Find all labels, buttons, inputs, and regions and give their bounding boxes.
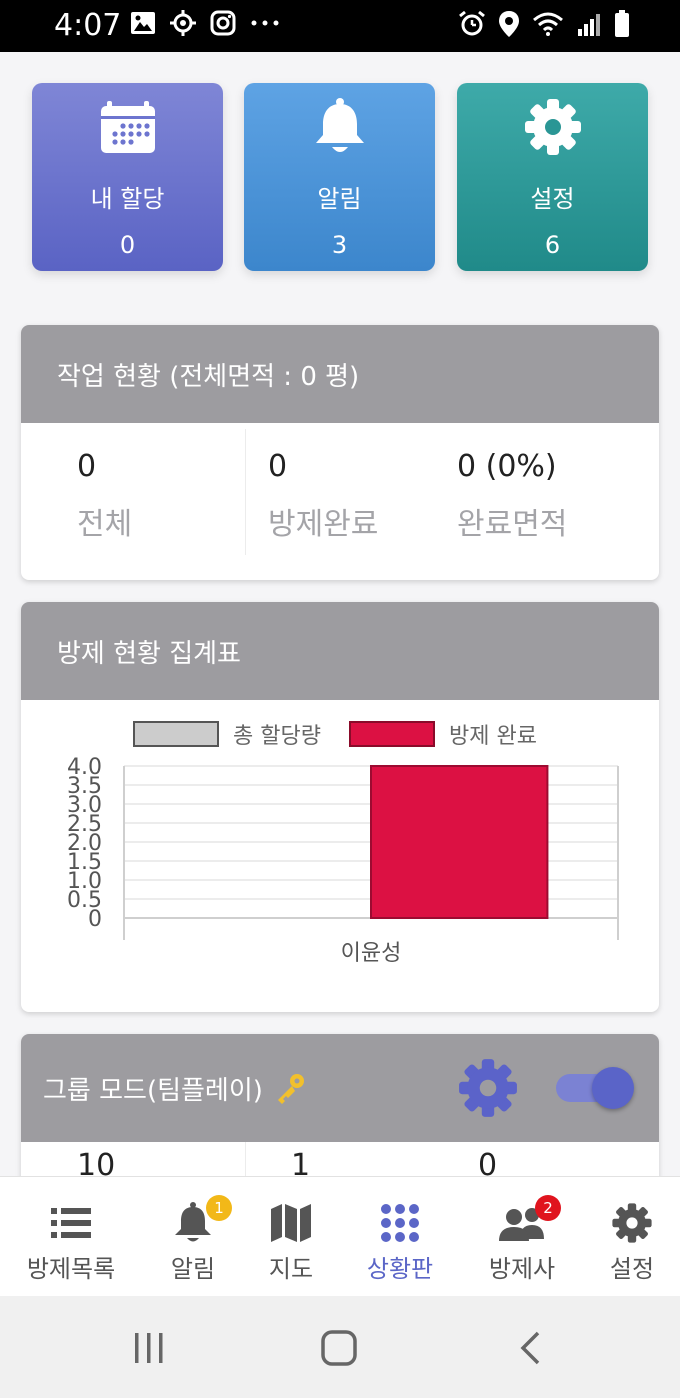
- bell-icon: [315, 98, 364, 152]
- calendar-icon: [100, 101, 155, 153]
- summary-chart: 총 할당량 방제 완료 0 0.5 1.0 1.5 2.0 2.5 3.0 3.5 4.0 이윤성: [21, 700, 659, 1012]
- stat-label: 전체: [77, 507, 133, 542]
- stat-label: 완료면적: [457, 507, 568, 542]
- group-stat-value: 1: [291, 1148, 311, 1176]
- work-status-card: 작업 현황 (전체면적 : 0 평) 0 전체 0 방제완료 0 (0%) 완료…: [21, 325, 659, 580]
- stat-total: 0 전체: [77, 423, 267, 553]
- bottom-tab-bar: 방제목록 1 알림 지도 상황판 2 방제사 설정: [0, 1176, 680, 1296]
- bar-completed: [370, 765, 549, 919]
- image-icon: [131, 12, 155, 34]
- location-target-icon: [170, 10, 196, 36]
- summary-chart-card: 방제 현황 집계표 총 할당량 방제 완료 0 0.5 1.0 1.5 2.0 2.5 3.…: [21, 602, 659, 1012]
- tab-map[interactable]: 지도: [236, 1177, 346, 1297]
- stat-completed: 0 방제완료: [268, 423, 458, 553]
- key-icon: [277, 1074, 304, 1104]
- group-mode-title: 그룹 모드(팀플레이): [43, 1075, 263, 1106]
- stat-completed-area: 0 (0%) 완료면적: [457, 423, 657, 553]
- map-icon: [271, 1204, 311, 1242]
- signal-icon: [578, 14, 600, 36]
- recent-apps-button[interactable]: [119, 1326, 179, 1370]
- status-right-icons: [458, 10, 630, 38]
- instagram-icon: [210, 10, 236, 36]
- group-mode-card: 그룹 모드(팀플레이) 10 1 0: [21, 1034, 659, 1176]
- status-time: 4:07: [54, 8, 122, 43]
- group-stat-value: 0: [478, 1148, 498, 1176]
- stat-label: 방제완료: [268, 507, 379, 542]
- notification-tile[interactable]: 알림 3: [244, 83, 435, 271]
- system-nav-bar: [0, 1296, 680, 1398]
- tile-count: 6: [544, 231, 561, 259]
- tile-label: 내 할당: [90, 185, 165, 213]
- legend-item-total[interactable]: 총 할당량: [133, 718, 321, 750]
- stat-divider: [245, 429, 246, 555]
- group-stat-value: 10: [77, 1148, 116, 1176]
- group-mode-header: 그룹 모드(팀플레이): [21, 1034, 659, 1142]
- gear-icon: [524, 99, 581, 155]
- legend-item-completed[interactable]: 방제 완료: [349, 718, 537, 750]
- toggle-knob: [592, 1067, 634, 1109]
- notification-badge: 1: [206, 1195, 232, 1221]
- stat-value: 0: [77, 449, 97, 484]
- tab-label: 방제목록: [26, 1255, 116, 1283]
- status-bar: 4:07: [0, 0, 680, 52]
- back-button[interactable]: [500, 1326, 560, 1370]
- tile-count: 0: [119, 231, 136, 259]
- my-assignment-tile[interactable]: 내 할당 0: [32, 83, 223, 271]
- tile-count: 3: [331, 231, 348, 259]
- group-stats-row: 10 1 0: [21, 1142, 659, 1176]
- battery-icon: [615, 10, 629, 37]
- location-pin-icon: [499, 11, 519, 37]
- legend-swatch: [133, 721, 219, 747]
- back-icon: [520, 1331, 540, 1365]
- more-dots-icon: [251, 20, 279, 26]
- legend-swatch: [349, 721, 435, 747]
- legend-label: 총 할당량: [233, 724, 321, 749]
- grid-dots-icon: [381, 1204, 419, 1242]
- tab-status-board[interactable]: 상황판: [345, 1177, 455, 1297]
- summary-title: 방제 현황 집계표: [21, 602, 659, 700]
- tab-settings[interactable]: 설정: [577, 1177, 680, 1297]
- wifi-icon: [533, 12, 563, 36]
- y-tick-label: 4.0: [67, 755, 102, 780]
- alarm-icon: [459, 10, 485, 36]
- bar-chart: 00.51.01.52.02.53.03.54.0이윤성: [67, 755, 619, 966]
- tab-label: 상황판: [366, 1255, 434, 1283]
- dashboard-content: 내 할당 0 알림 3 설정 6 작업 현황 (전체면적: 0 평) 0 전체…: [0, 52, 680, 1176]
- group-mode-title-wrap: 그룹 모드(팀플레이): [43, 1070, 307, 1107]
- tile-label: 설정: [530, 185, 575, 213]
- work-status-title: 작업 현황 (전체면적 : 0 평): [21, 325, 659, 423]
- stat-value: 0: [268, 449, 288, 484]
- status-left-icons: [130, 10, 280, 36]
- summary-tiles: 내 할당 0 알림 3 설정 6: [32, 83, 648, 271]
- tab-pest-control-list[interactable]: 방제목록: [16, 1177, 126, 1297]
- list-icon: [51, 1208, 91, 1238]
- stat-value: 0 (0%): [457, 449, 557, 484]
- tab-label: 설정: [609, 1255, 655, 1283]
- group-mode-toggle[interactable]: [556, 1064, 634, 1110]
- home-icon: [321, 1330, 357, 1366]
- legend-label: 방제 완료: [449, 724, 537, 749]
- stat-divider: [245, 1142, 246, 1176]
- work-stats-row: 0 전체 0 방제완료 0 (0%) 완료면적: [21, 423, 659, 578]
- pest-controller-badge: 2: [535, 1195, 561, 1221]
- x-category-label: 이윤성: [341, 941, 402, 966]
- recent-apps-icon: [135, 1333, 163, 1363]
- gear-icon: [612, 1203, 652, 1243]
- settings-tile[interactable]: 설정 6: [457, 83, 648, 271]
- tab-pest-controllers[interactable]: 2 방제사: [467, 1177, 577, 1297]
- home-button[interactable]: [309, 1326, 369, 1370]
- chart-legend: 총 할당량 방제 완료: [21, 718, 659, 750]
- group-settings-gear-icon[interactable]: [457, 1057, 519, 1119]
- tile-label: 알림: [317, 185, 362, 213]
